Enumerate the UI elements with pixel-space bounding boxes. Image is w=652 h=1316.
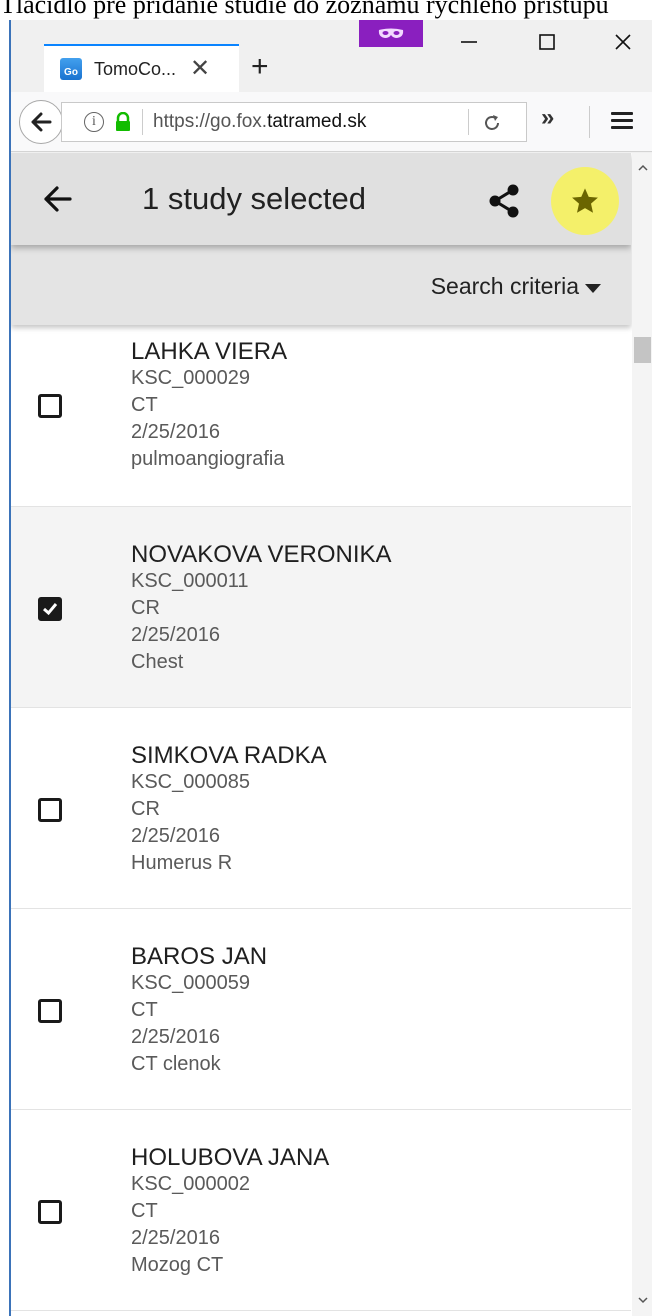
navigation-bar: i https://go.fox.tatramed.sk »	[11, 92, 652, 152]
tab-title: TomoCo...	[94, 58, 177, 79]
study-row[interactable]: SIMKOVA RADKA KSC_000085 CR 2/25/2016 Hu…	[11, 708, 631, 909]
url-bar[interactable]: i https://go.fox.tatramed.sk	[61, 102, 527, 142]
search-criteria-toggle[interactable]: Search criteria	[431, 273, 579, 300]
url-text[interactable]: https://go.fox.tatramed.sk	[153, 111, 366, 133]
lock-icon	[114, 111, 132, 132]
title-bar: Go TomoCo... ✕ +	[11, 20, 652, 92]
study-info: BAROS JAN KSC_000059 CT 2/25/2016 CT cle…	[131, 944, 267, 1078]
selection-app-bar: 1 study selected	[11, 153, 631, 245]
study-modality: CR	[131, 798, 160, 820]
study-checkbox[interactable]	[38, 798, 62, 822]
scrollbar-thumb[interactable]	[634, 337, 651, 363]
share-icon[interactable]	[487, 183, 521, 219]
browser-tab[interactable]: Go TomoCo... ✕	[44, 44, 239, 92]
chevron-double-right-icon[interactable]: »	[541, 106, 554, 130]
study-row[interactable]: HOLUBOVA JANA KSC_000002 CT 2/25/2016 Mo…	[11, 1110, 631, 1311]
study-info: SIMKOVA RADKA KSC_000085 CR 2/25/2016 Hu…	[131, 743, 327, 877]
study-modality: CT	[131, 999, 158, 1021]
study-row[interactable]: LAHKA VIERA KSC_000029 CT 2/25/2016 pulm…	[11, 325, 631, 507]
study-checkbox[interactable]	[38, 999, 62, 1023]
study-modality: CT	[131, 394, 158, 416]
study-description: Mozog CT	[131, 1254, 224, 1276]
document-caption: Tlačidlo pre pridanie štúdie do zoznamu …	[0, 0, 609, 19]
patient-name: HOLUBOVA JANA	[131, 1144, 330, 1171]
study-info: NOVAKOVA VERONIKA KSC_000011 CR 2/25/201…	[131, 542, 392, 676]
study-checkbox[interactable]	[38, 394, 62, 418]
tab-close-icon[interactable]: ✕	[190, 57, 210, 81]
study-info: HOLUBOVA JANA KSC_000002 CT 2/25/2016 Mo…	[131, 1145, 329, 1279]
url-separator	[142, 109, 143, 135]
study-description: Chest	[131, 651, 184, 673]
scroll-down-icon[interactable]	[637, 1293, 649, 1305]
patient-name: LAHKA VIERA	[131, 338, 288, 365]
favicon-icon: Go	[60, 58, 82, 80]
study-description: Humerus R	[131, 852, 233, 874]
patient-id: KSC_000085	[131, 771, 250, 793]
study-description: pulmoangiografia	[131, 448, 285, 470]
page-viewport: 1 study selected Search criteria LAHKA V…	[11, 153, 652, 1316]
study-row[interactable]: NOVAKOVA VERONIKA KSC_000011 CR 2/25/201…	[11, 507, 631, 708]
study-date: 2/25/2016	[131, 421, 220, 443]
arrow-left-icon	[44, 186, 72, 212]
study-description: CT clenok	[131, 1053, 221, 1075]
vertical-scrollbar[interactable]	[632, 153, 652, 1316]
study-date: 2/25/2016	[131, 624, 220, 646]
patient-name: NOVAKOVA VERONIKA	[131, 541, 392, 568]
browser-window: Go TomoCo... ✕ + i https://go.fox.tatram…	[9, 20, 652, 1316]
info-icon[interactable]: i	[84, 112, 104, 132]
private-browsing-mask-icon	[359, 20, 423, 47]
patient-id: KSC_000029	[131, 367, 250, 389]
new-tab-icon[interactable]: +	[251, 52, 269, 82]
study-row[interactable]: BAROS JAN KSC_000059 CT 2/25/2016 CT cle…	[11, 909, 631, 1110]
app-back-button[interactable]	[41, 183, 73, 215]
toolbar-separator	[589, 106, 590, 138]
reload-icon[interactable]	[482, 109, 502, 139]
hamburger-menu-icon[interactable]	[611, 112, 633, 130]
window-close-icon[interactable]	[603, 26, 643, 58]
patient-name: SIMKOVA RADKA	[131, 742, 327, 769]
study-modality: CR	[131, 597, 160, 619]
url-separator-right	[468, 109, 469, 135]
caret-down-icon[interactable]	[585, 284, 601, 293]
search-criteria-bar: Search criteria	[11, 245, 631, 325]
patient-id: KSC_000011	[131, 570, 249, 592]
study-date: 2/25/2016	[131, 1227, 220, 1249]
study-list: LAHKA VIERA KSC_000029 CT 2/25/2016 pulm…	[11, 325, 631, 1311]
study-date: 2/25/2016	[131, 1026, 220, 1048]
patient-id: KSC_000059	[131, 972, 250, 994]
minimize-icon[interactable]	[449, 26, 489, 58]
arrow-left-icon	[31, 112, 52, 132]
study-checkbox[interactable]	[38, 597, 62, 621]
maximize-icon[interactable]	[527, 26, 567, 58]
study-date: 2/25/2016	[131, 825, 220, 847]
scroll-up-icon[interactable]	[637, 161, 649, 173]
patient-id: KSC_000002	[131, 1173, 250, 1195]
star-icon	[572, 188, 598, 213]
page-title: 1 study selected	[142, 181, 367, 216]
study-modality: CT	[131, 1200, 158, 1222]
add-to-favorites-button[interactable]	[551, 167, 619, 235]
browser-back-button[interactable]	[19, 100, 63, 144]
study-info: LAHKA VIERA KSC_000029 CT 2/25/2016 pulm…	[131, 339, 287, 473]
study-checkbox[interactable]	[38, 1200, 62, 1224]
patient-name: BAROS JAN	[131, 943, 268, 970]
